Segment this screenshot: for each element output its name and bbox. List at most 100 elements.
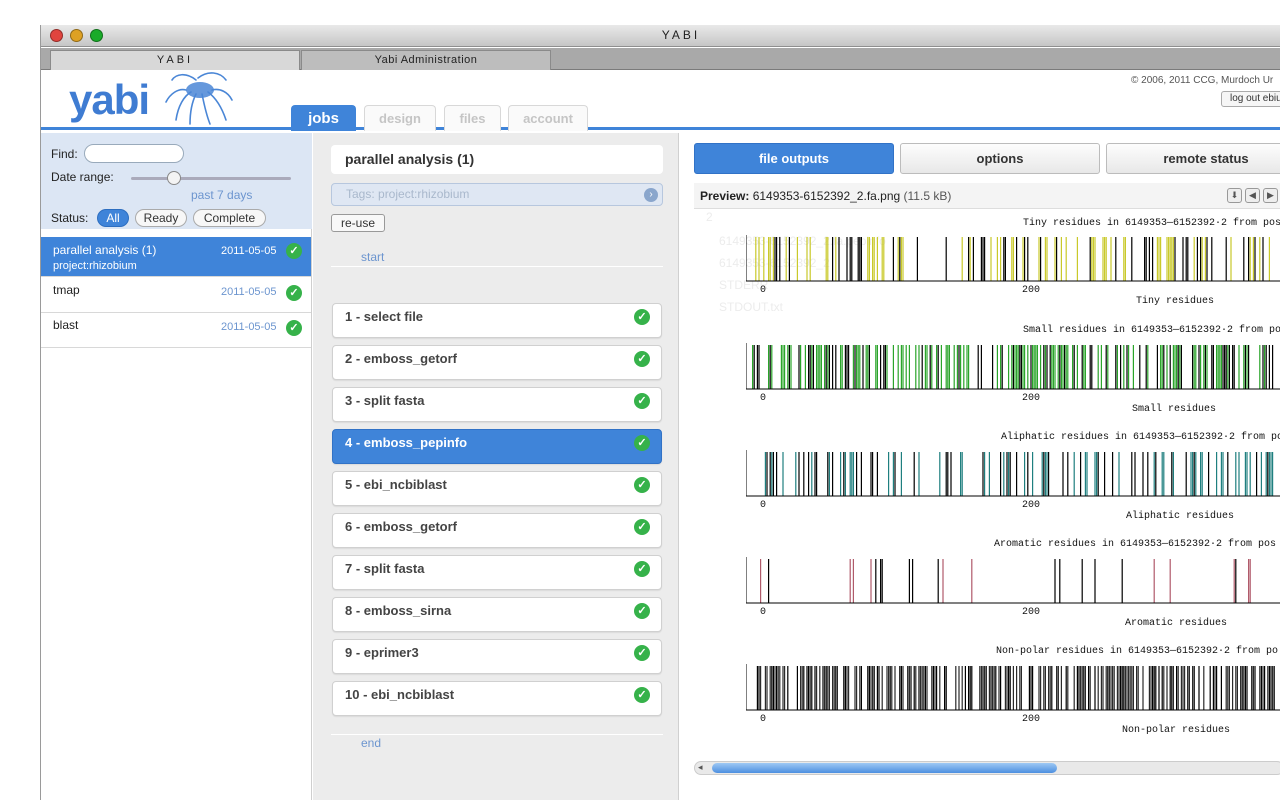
residue-mark (1123, 666, 1125, 710)
residue-mark (892, 345, 894, 389)
preview-filename: 6149353-6152392_2.fa.png (752, 189, 901, 203)
workflow-step-5[interactable]: 5 - ebi_ncbiblast ✓ (332, 471, 662, 506)
status-filter-complete[interactable]: Complete (193, 209, 266, 227)
tags-field[interactable]: Tags: project:rhizobium › (331, 183, 663, 206)
residue-mark (796, 237, 798, 281)
residue-mark (1073, 345, 1075, 389)
residue-mark (1060, 237, 1062, 281)
workflow-pane: parallel analysis (1) Tags: project:rhiz… (313, 133, 679, 800)
residue-mark (1203, 666, 1205, 710)
browser-tab-administration[interactable]: Yabi Administration (301, 50, 551, 70)
title-bar[interactable]: YABI (41, 25, 1280, 47)
tab-jobs[interactable]: jobs (291, 105, 356, 131)
date-range-slider[interactable] (131, 177, 291, 180)
residue-mark (800, 666, 802, 710)
workflow-step-10[interactable]: 10 - ebi_ncbiblast ✓ (332, 681, 662, 716)
residue-mark (1179, 345, 1181, 389)
residue-mark (881, 559, 883, 603)
residue-mark (1267, 452, 1269, 496)
aromatic-residues-xlabel: Aromatic residues (1125, 618, 1228, 629)
workflow-step-4[interactable]: 4 - emboss_pepinfo ✓ (332, 429, 662, 464)
residue-mark (1016, 452, 1018, 496)
residue-mark (1048, 666, 1050, 710)
step-label: 4 - emboss_pepinfo (345, 435, 468, 450)
residue-mark (1054, 237, 1056, 281)
residue-mark (916, 237, 918, 281)
workflow-step-3[interactable]: 3 - split fasta ✓ (332, 387, 662, 422)
residue-mark (1169, 345, 1171, 389)
residue-mark (1062, 452, 1064, 496)
reuse-button[interactable]: re-use (331, 214, 385, 232)
job-row-parallel-analysis[interactable]: parallel analysis (1) project:rhizobium … (41, 237, 311, 277)
remote-status-button[interactable]: remote status (1106, 143, 1280, 174)
residue-mark (844, 666, 846, 710)
step-label: 10 - ebi_ncbiblast (345, 687, 455, 702)
residue-mark (1153, 666, 1155, 710)
residue-mark (1248, 559, 1250, 603)
find-input[interactable] (84, 144, 184, 163)
scroll-left-icon[interactable]: ◂ (698, 762, 703, 773)
residue-mark (809, 237, 811, 281)
residue-mark (780, 345, 782, 389)
horizontal-scrollbar-thumb[interactable] (712, 763, 1057, 773)
residue-mark (1153, 452, 1155, 496)
residue-mark (988, 452, 990, 496)
tab-files[interactable]: files (444, 105, 501, 131)
residue-mark (1040, 666, 1042, 710)
residue-mark (1193, 345, 1195, 389)
status-filter-all[interactable]: All (97, 209, 129, 227)
residue-mark (1118, 452, 1120, 496)
residue-mark (763, 237, 765, 281)
residue-mark (1110, 666, 1112, 710)
residue-mark (1152, 666, 1154, 710)
residue-mark (1081, 559, 1083, 603)
residue-mark (1158, 666, 1160, 710)
file-outputs-button[interactable]: file outputs (694, 143, 894, 174)
residue-mark (1048, 452, 1050, 496)
tab-account[interactable]: account (508, 105, 588, 131)
residue-mark (972, 237, 974, 281)
job-row-tmap[interactable]: tmap 2011-05-05 ✓ (41, 278, 311, 313)
status-filter-ready[interactable]: Ready (135, 209, 187, 227)
residue-mark (1017, 345, 1019, 389)
workflow-step-6[interactable]: 6 - emboss_getorf ✓ (332, 513, 662, 548)
residue-mark (961, 452, 963, 496)
residue-mark (1102, 666, 1104, 710)
options-button[interactable]: options (900, 143, 1100, 174)
residue-mark (1235, 559, 1237, 603)
residue-mark (948, 345, 950, 389)
residue-mark (1059, 559, 1061, 603)
residue-mark (1233, 559, 1235, 603)
app-header: yabi jobs design files account © 2006, 2… (41, 70, 1280, 131)
job-row-blast[interactable]: blast 2011-05-05 ✓ (41, 313, 311, 348)
residue-mark (1204, 345, 1206, 389)
residue-mark (1259, 666, 1261, 710)
workflow-step-7[interactable]: 7 - split fasta ✓ (332, 555, 662, 590)
residue-mark (1171, 452, 1173, 496)
browser-tab-yabi[interactable]: YABI (50, 50, 300, 70)
workflow-step-9[interactable]: 9 - eprimer3 ✓ (332, 639, 662, 674)
residue-mark (876, 666, 878, 710)
horizontal-scrollbar[interactable]: ◂ (694, 761, 1280, 775)
tab-design[interactable]: design (364, 105, 436, 131)
complete-check-icon: ✓ (634, 351, 650, 367)
residue-mark (1155, 452, 1157, 496)
job-name: blast (53, 318, 79, 332)
next-file-icon[interactable]: ▶ (1263, 188, 1278, 203)
workflow-step-2[interactable]: 2 - emboss_getorf ✓ (332, 345, 662, 380)
residue-mark (1262, 666, 1264, 710)
date-range-slider-knob[interactable] (167, 171, 181, 185)
residue-mark (1249, 237, 1251, 281)
residue-mark (1131, 452, 1133, 496)
tags-arrow-icon[interactable]: › (644, 188, 658, 202)
residue-mark (1009, 452, 1011, 496)
residue-mark (1116, 666, 1118, 710)
download-icon[interactable]: ⬇ (1227, 188, 1242, 203)
previous-file-icon[interactable]: ◀ (1245, 188, 1260, 203)
residue-mark (1172, 666, 1174, 710)
residue-mark (1273, 666, 1275, 710)
aromatic-residues-plot-title: Aromatic residues in 6149353—6152392·2 f… (994, 539, 1277, 550)
logout-button[interactable]: log out ebiu (1221, 91, 1280, 107)
workflow-step-8[interactable]: 8 - emboss_sirna ✓ (332, 597, 662, 632)
workflow-step-1[interactable]: 1 - select file ✓ (332, 303, 662, 338)
